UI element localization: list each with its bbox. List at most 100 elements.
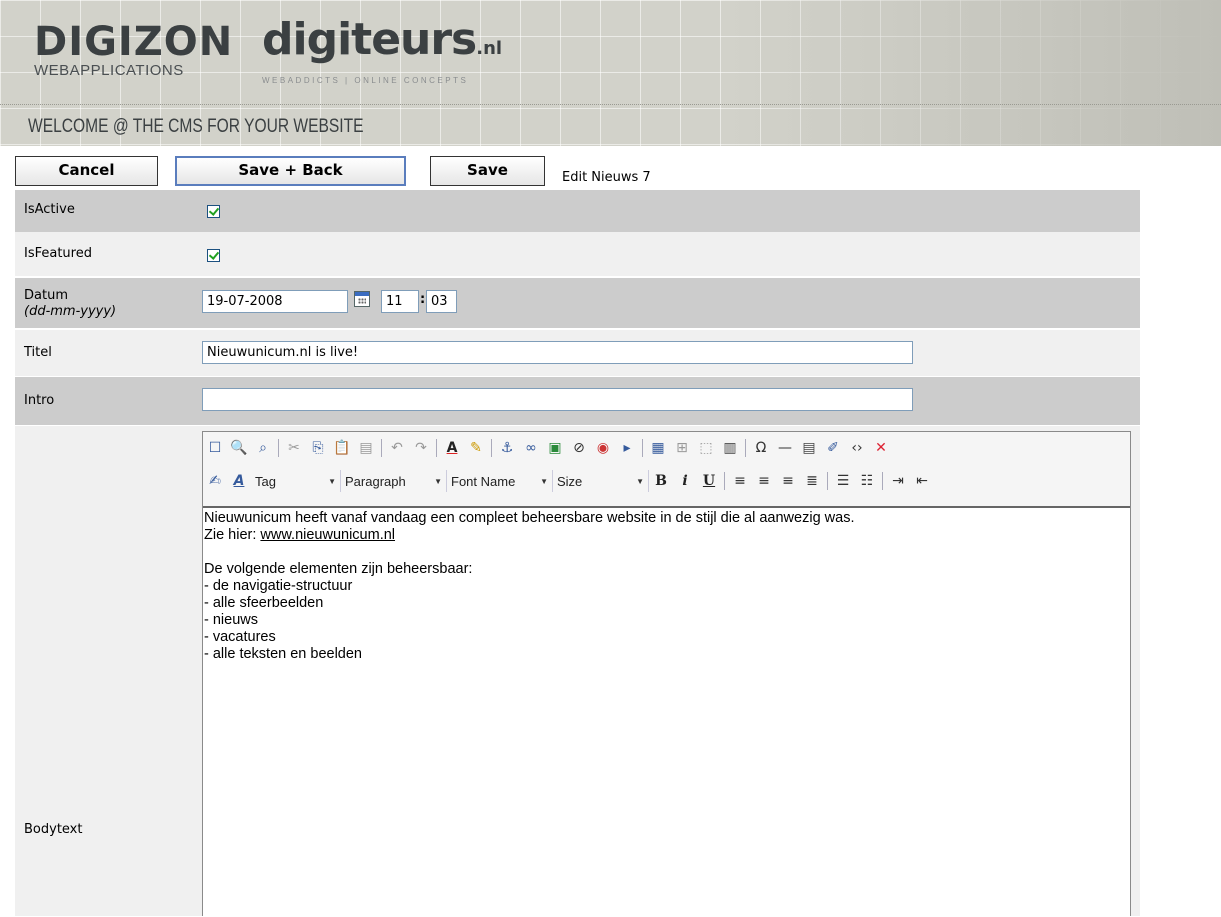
close-icon[interactable]: ✕ — [869, 437, 893, 459]
chevron-down-icon: ▼ — [636, 476, 644, 486]
digiteurs-logo-name: digiteurs — [262, 14, 477, 65]
content-list-item: - alle sfeerbeelden — [204, 595, 324, 611]
horizontal-rule-icon[interactable]: — — [773, 437, 797, 459]
paragraph-select-value: Paragraph — [345, 473, 406, 489]
content-list-item: - alle teksten en beelden — [204, 646, 362, 662]
content-line: Nieuwunicum heeft vanaf vandaag een comp… — [204, 510, 855, 526]
datum-date-input[interactable]: 19-07-2008 — [202, 290, 348, 313]
isfeatured-checkbox[interactable] — [207, 249, 220, 262]
toolbar-separator — [491, 439, 492, 457]
rich-text-editor: ☐ 🔍 ⌕ ✂ ⎘ 📋 ▤ ↶ ↷ A ✎ ⚓ ∞ ▣ ⊘ ◉ ▸ ▦ ⊞ ⬚ … — [202, 431, 1131, 917]
bold-icon[interactable]: B — [649, 470, 673, 492]
toolbar-separator — [745, 439, 746, 457]
isfeatured-label: IsFeatured — [24, 246, 92, 261]
tag-select[interactable]: Tag ▼ — [251, 470, 341, 492]
link-icon[interactable]: ∞ — [519, 437, 543, 459]
datum-minute-input[interactable]: 03 — [426, 290, 457, 313]
image-icon[interactable]: ▣ — [543, 437, 567, 459]
datum-label: Datum (dd-mm-yyyy) — [24, 288, 116, 320]
site-header: DIGIZON WEBAPPLICATIONS digiteurs.nl WEB… — [0, 0, 1221, 146]
copy-icon[interactable]: ⎘ — [306, 437, 330, 459]
table-edit-icon[interactable]: ⊞ — [670, 437, 694, 459]
content-blank-line — [204, 544, 1129, 561]
page-title: Edit Nieuws 7 — [562, 170, 651, 185]
form-icon[interactable]: ▥ — [718, 437, 742, 459]
text-style-icon[interactable]: A — [227, 470, 251, 492]
align-justify-icon[interactable]: ≣ — [800, 470, 824, 492]
toolbar-separator — [827, 472, 828, 490]
flash-icon[interactable]: ⊘ — [567, 437, 591, 459]
paragraph-select[interactable]: Paragraph ▼ — [341, 470, 447, 492]
editor-content-area[interactable]: Nieuwunicum heeft vanaf vandaag een comp… — [203, 506, 1130, 917]
paste-icon[interactable]: 📋 — [330, 437, 354, 459]
font-name-select-value: Font Name — [451, 473, 516, 489]
content-line: De volgende elementen zijn beheersbaar: — [204, 561, 473, 577]
toolbar-separator — [278, 439, 279, 457]
intro-label: Intro — [24, 393, 55, 408]
document-icon[interactable]: ▸ — [615, 437, 639, 459]
save-back-button[interactable]: Save + Back — [175, 156, 406, 186]
digizon-logo-subtitle: WEBAPPLICATIONS — [34, 62, 184, 79]
calendar-icon[interactable] — [354, 291, 370, 307]
undo-icon[interactable]: ↶ — [385, 437, 409, 459]
isactive-label: IsActive — [24, 202, 75, 217]
paste-text-icon[interactable]: ▤ — [354, 437, 378, 459]
titel-input[interactable]: Nieuwunicum.nl is live! — [202, 341, 913, 364]
page-properties-icon[interactable]: ▤ — [797, 437, 821, 459]
edit-style-icon[interactable]: ✍ — [203, 470, 227, 492]
eraser-icon[interactable]: ✐ — [821, 437, 845, 459]
size-select-value: Size — [557, 473, 583, 489]
toolbar-separator — [642, 439, 643, 457]
datum-hour-input[interactable]: 11 — [381, 290, 419, 313]
titel-label: Titel — [24, 345, 52, 360]
guidelines-icon[interactable]: ⬚ — [694, 437, 718, 459]
row-isactive: IsActive — [15, 190, 1140, 232]
size-select[interactable]: Size ▼ — [553, 470, 649, 492]
bodytext-label: Bodytext — [24, 822, 83, 837]
tag-select-value: Tag — [255, 473, 276, 489]
content-link[interactable]: www.nieuwunicum.nl — [260, 527, 395, 543]
content-link-prefix: Zie hier: — [204, 527, 261, 543]
digizon-logo: DIGIZON — [34, 19, 234, 65]
highlight-icon[interactable]: ✎ — [464, 437, 488, 459]
cancel-button[interactable]: Cancel — [15, 156, 158, 186]
content-list-item: - de navigatie-structuur — [204, 578, 353, 594]
header-fade — [721, 0, 1221, 146]
time-separator: : — [420, 292, 426, 307]
special-char-icon[interactable]: Ω — [749, 437, 773, 459]
align-right-icon[interactable]: ≡ — [776, 470, 800, 492]
datum-format-hint: (dd-mm-yyyy) — [24, 304, 117, 319]
isactive-checkbox[interactable] — [207, 205, 220, 218]
digiteurs-tagline: WEBADDICTS | ONLINE CONCEPTS — [262, 76, 469, 85]
intro-input[interactable] — [202, 388, 913, 411]
save-button[interactable]: Save — [430, 156, 545, 186]
fullscreen-icon[interactable]: ☐ — [203, 437, 227, 459]
font-name-select[interactable]: Font Name ▼ — [447, 470, 553, 492]
media-icon[interactable]: ◉ — [591, 437, 615, 459]
outdent-icon[interactable]: ⇤ — [910, 470, 934, 492]
source-code-icon[interactable]: ‹› — [845, 437, 869, 459]
cut-icon[interactable]: ✂ — [282, 437, 306, 459]
datum-label-text: Datum — [24, 288, 68, 303]
align-left-icon[interactable]: ≡ — [728, 470, 752, 492]
digiteurs-logo-tld: .nl — [476, 38, 503, 59]
find-icon[interactable]: ⌕ — [251, 437, 275, 459]
underline-icon[interactable]: U — [697, 470, 721, 492]
toolbar-separator — [724, 472, 725, 490]
content-line: Zie hier: www.nieuwunicum.nl — [204, 527, 1129, 544]
welcome-banner: WELCOME @ THE CMS FOR YOUR WEBSITE — [28, 116, 364, 137]
anchor-icon[interactable]: ⚓ — [495, 437, 519, 459]
font-color-icon[interactable]: A — [440, 437, 464, 459]
row-isfeatured: IsFeatured — [15, 232, 1140, 276]
redo-icon[interactable]: ↷ — [409, 437, 433, 459]
unordered-list-icon[interactable]: ☷ — [855, 470, 879, 492]
italic-icon[interactable]: i — [673, 470, 697, 492]
header-divider — [0, 104, 1221, 105]
ordered-list-icon[interactable]: ☰ — [831, 470, 855, 492]
align-center-icon[interactable]: ≡ — [752, 470, 776, 492]
chevron-down-icon: ▼ — [328, 476, 336, 486]
zoom-icon[interactable]: 🔍 — [227, 437, 251, 459]
table-icon[interactable]: ▦ — [646, 437, 670, 459]
chevron-down-icon: ▼ — [434, 476, 442, 486]
indent-icon[interactable]: ⇥ — [886, 470, 910, 492]
